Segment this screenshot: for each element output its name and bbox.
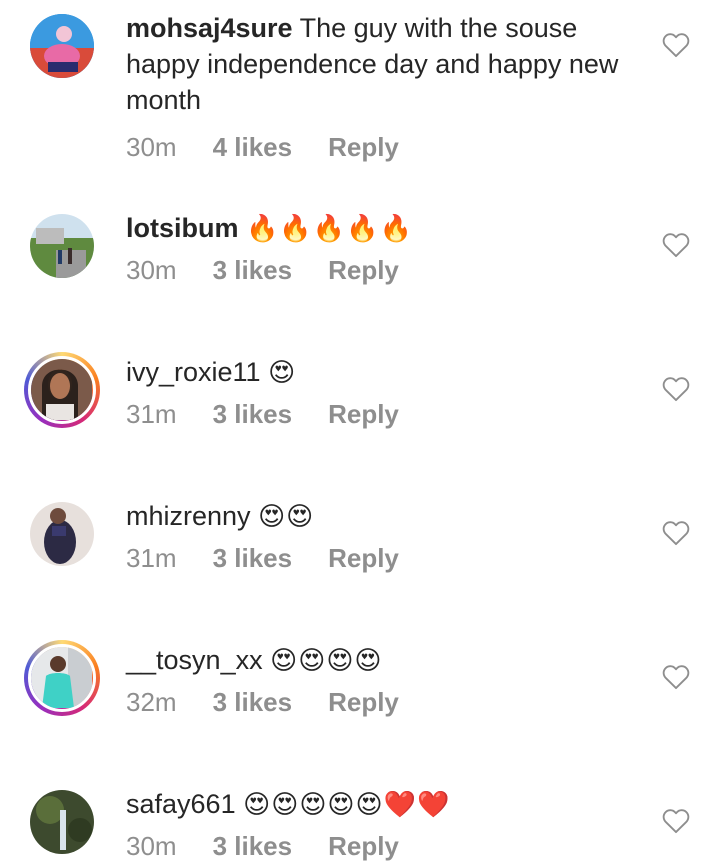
comment-body: mohsaj4sure The guy with the souse happy… [126, 10, 640, 163]
comment-likes[interactable]: 3 likes [213, 831, 293, 862]
heart-outline-icon[interactable] [662, 808, 690, 834]
comment-username[interactable]: mohsaj4sure [126, 13, 293, 43]
comment-time: 30m [126, 255, 177, 285]
comment-username[interactable]: __tosyn_xx [126, 645, 263, 675]
comment-meta: 32m 3 likes Reply [126, 687, 640, 718]
comment-meta: 30m 3 likes Reply [126, 831, 640, 862]
comment-username[interactable]: mhizrenny [126, 501, 251, 531]
comment-likes[interactable]: 3 likes [213, 543, 293, 574]
comment-time: 31m [126, 399, 177, 429]
comment-time: 31m [126, 543, 177, 573]
avatar[interactable] [24, 640, 100, 716]
comment-text: ivy_roxie11 😍 [126, 354, 640, 391]
comment-emoji: 😍😍😍😍 [270, 646, 383, 676]
heart-outline-icon[interactable] [662, 520, 690, 546]
comment-text: mohsaj4sure The guy with the souse happy… [126, 10, 640, 118]
avatar[interactable] [30, 790, 94, 854]
comment-text: safay661 😍😍😍😍😍❤️❤️ [126, 786, 640, 823]
reply-button[interactable]: Reply [328, 543, 399, 574]
comments-list: mohsaj4sure The guy with the souse happy… [0, 0, 720, 861]
comment-time: 30m [126, 831, 177, 861]
comment-meta: 30m 3 likes Reply [126, 255, 640, 286]
comment-meta: 31m 3 likes Reply [126, 543, 640, 574]
comment-time: 30m [126, 132, 177, 162]
avatar[interactable] [30, 502, 94, 566]
reply-button[interactable]: Reply [328, 831, 399, 862]
comment-likes[interactable]: 4 likes [213, 132, 293, 163]
comment-text: mhizrenny 😍😍 [126, 498, 640, 535]
comment-meta: 31m 3 likes Reply [126, 399, 640, 430]
avatar[interactable] [30, 14, 94, 78]
comment-body: mhizrenny 😍😍 31m 3 likes Reply [126, 498, 640, 574]
heart-outline-icon[interactable] [662, 376, 690, 402]
comment-emoji: 😍 [268, 358, 297, 388]
heart-outline-icon[interactable] [662, 232, 690, 258]
comment-text: __tosyn_xx 😍😍😍😍 [126, 642, 640, 679]
comment-body: ivy_roxie11 😍 31m 3 likes Reply [126, 354, 640, 430]
comment-likes[interactable]: 3 likes [213, 687, 293, 718]
reply-button[interactable]: Reply [328, 687, 399, 718]
comment-emoji: 😍😍😍😍😍❤️❤️ [243, 790, 451, 820]
avatar[interactable] [30, 214, 94, 278]
reply-button[interactable]: Reply [328, 399, 399, 430]
comment-likes[interactable]: 3 likes [213, 399, 293, 430]
reply-button[interactable]: Reply [328, 132, 399, 163]
comment-text: lotsibum 🔥🔥🔥🔥🔥 [126, 210, 640, 247]
comment-meta: 30m 4 likes Reply [126, 132, 640, 163]
comment-emoji: 😍😍 [258, 502, 315, 532]
comment-body: __tosyn_xx 😍😍😍😍 32m 3 likes Reply [126, 642, 640, 718]
reply-button[interactable]: Reply [328, 255, 399, 286]
comment-body: lotsibum 🔥🔥🔥🔥🔥 30m 3 likes Reply [126, 210, 640, 286]
comment-likes[interactable]: 3 likes [213, 255, 293, 286]
heart-outline-icon[interactable] [662, 664, 690, 690]
comment-time: 32m [126, 687, 177, 717]
heart-outline-icon[interactable] [662, 32, 690, 58]
comment-username[interactable]: lotsibum [126, 213, 239, 243]
avatar[interactable] [24, 352, 100, 428]
comment-emoji: 🔥🔥🔥🔥🔥 [246, 214, 413, 244]
comment-body: safay661 😍😍😍😍😍❤️❤️ 30m 3 likes Reply [126, 786, 640, 862]
comment-username[interactable]: safay661 [126, 789, 236, 819]
comment-username[interactable]: ivy_roxie11 [126, 357, 261, 387]
